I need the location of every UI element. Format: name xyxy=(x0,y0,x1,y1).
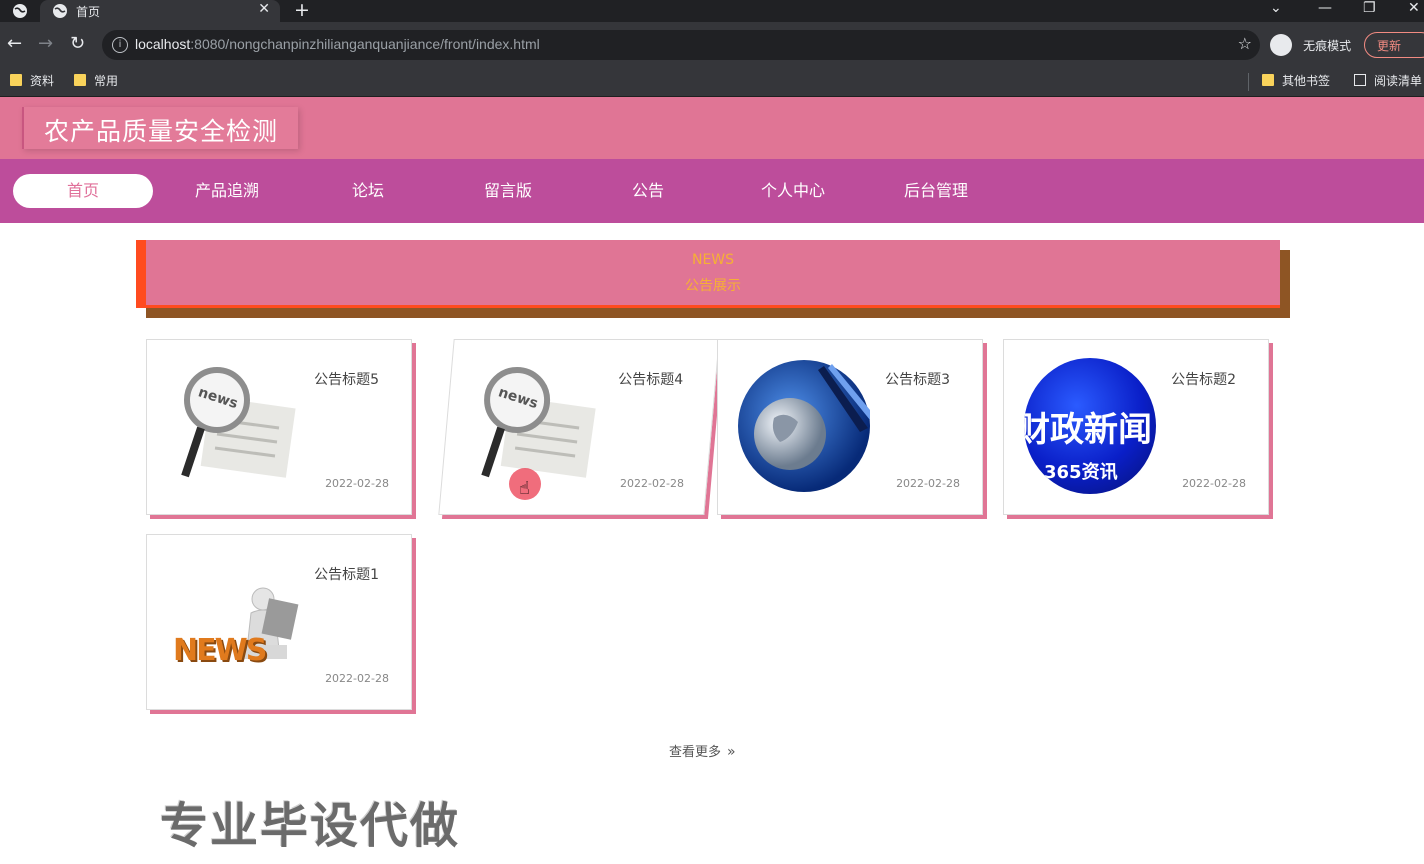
reading-list-icon xyxy=(1354,74,1366,86)
nav-item-message-board[interactable]: 留言版 xyxy=(438,174,578,208)
notice-date: 2022-02-28 xyxy=(896,477,960,490)
nav-item-home[interactable]: 首页 xyxy=(13,174,153,208)
notice-section-banner: NEWS 公告展示 xyxy=(136,240,1280,308)
reload-icon[interactable]: ↻ xyxy=(70,33,85,54)
browser-tab-bar: 首页 ✕ + ⌄ — ❐ ✕ xyxy=(0,0,1424,22)
bookmark-other[interactable]: 其他书签 xyxy=(1262,72,1330,89)
watermark-text: 专业毕设代做 xyxy=(160,798,461,854)
view-more-label: 查看更多 xyxy=(669,745,722,760)
notice-card[interactable]: 财政新闻 365资讯 公告标题2 2022-02-28 xyxy=(1003,339,1269,515)
globe-icon[interactable] xyxy=(12,3,28,19)
finance-news-thumb-text: 财政新闻 xyxy=(1024,410,1152,450)
view-more-link[interactable]: 查看更多 » xyxy=(669,741,736,760)
bookmark-folder-ziliao[interactable]: 资料 xyxy=(10,72,54,89)
url-text: localhost:8080/nongchanpinzhilianganquan… xyxy=(135,36,540,52)
double-chevron-right-icon: » xyxy=(727,744,736,760)
url-host: localhost xyxy=(135,36,191,52)
incognito-icon xyxy=(1270,34,1292,56)
site-title-box: 农产品质量安全检测 xyxy=(22,107,298,149)
notice-title: 公告标题2 xyxy=(1171,372,1236,388)
finance-news-thumb-subtext: 365资讯 xyxy=(1044,462,1118,483)
update-label: 更新 xyxy=(1377,39,1402,53)
notice-date: 2022-02-28 xyxy=(325,477,389,490)
nav-item-product-trace[interactable]: 产品追溯 xyxy=(157,174,297,208)
site-title: 农产品质量安全检测 xyxy=(44,117,279,146)
banner-title-cn: 公告展示 xyxy=(685,278,741,294)
globe-news-thumbnail xyxy=(738,360,870,492)
notice-card[interactable]: news 公告标题5 2022-02-28 xyxy=(146,339,412,515)
url-input[interactable]: i localhost:8080/nongchanpinzhilianganqu… xyxy=(102,30,1260,60)
back-arrow-icon[interactable]: ← xyxy=(7,33,22,54)
notice-card[interactable]: 公告标题3 2022-02-28 xyxy=(717,339,983,515)
news-thumb-text: NEWS xyxy=(173,633,267,668)
incognito-label: 无痕模式 xyxy=(1303,38,1352,53)
notice-title: 公告标题4 xyxy=(618,372,684,388)
news-3d-reader-thumbnail xyxy=(241,587,299,659)
notice-card[interactable]: news 公告标题4 2022-02-28 xyxy=(438,339,720,515)
nav-item-forum[interactable]: 论坛 xyxy=(298,174,438,208)
browser-address-bar: ← → ↻ i localhost:8080/nongchanpinzhilia… xyxy=(0,22,1424,67)
forward-arrow-icon[interactable]: → xyxy=(38,33,53,54)
nav-item-notice[interactable]: 公告 xyxy=(578,174,718,208)
folder-icon xyxy=(10,74,22,86)
info-icon[interactable]: i xyxy=(112,37,128,53)
bookmarks-divider xyxy=(1248,73,1249,91)
notice-date: 2022-02-28 xyxy=(1182,477,1246,490)
folder-icon xyxy=(74,74,86,86)
hand-cursor-icon: ☝ xyxy=(519,478,530,499)
main-nav: 首页 产品追溯 论坛 留言版 公告 个人中心 后台管理 xyxy=(0,159,1424,223)
new-tab-button[interactable]: + xyxy=(294,0,310,21)
finance-news-thumbnail: 财政新闻 365资讯 xyxy=(1024,358,1156,494)
notice-date: 2022-02-28 xyxy=(620,477,685,490)
restore-icon[interactable]: ❐ xyxy=(1363,0,1376,16)
window-close-icon[interactable]: ✕ xyxy=(1408,0,1420,16)
news-magnifier-thumbnail: news xyxy=(181,367,296,478)
nav-item-admin[interactable]: 后台管理 xyxy=(866,174,1006,208)
update-button[interactable]: 更新 xyxy=(1364,32,1424,58)
banner-title-en: NEWS xyxy=(691,252,735,268)
close-icon[interactable]: ✕ xyxy=(258,1,270,17)
tab-title: 首页 xyxy=(76,5,101,19)
notice-title: 公告标题3 xyxy=(885,372,950,388)
nav-item-personal-center[interactable]: 个人中心 xyxy=(723,174,863,208)
globe-icon xyxy=(53,4,67,18)
notice-title: 公告标题1 xyxy=(314,567,379,583)
bookmarks-bar: 资料 常用 其他书签 阅读清单 xyxy=(0,67,1424,97)
notice-title: 公告标题5 xyxy=(314,372,379,388)
folder-icon xyxy=(1262,74,1274,86)
bookmark-label: 阅读清单 xyxy=(1374,74,1423,88)
chevron-down-icon[interactable]: ⌄ xyxy=(1270,0,1282,16)
bookmark-folder-changyong[interactable]: 常用 xyxy=(74,72,118,89)
browser-tab-active[interactable]: 首页 ✕ xyxy=(40,0,280,22)
notice-date: 2022-02-28 xyxy=(325,672,389,685)
bookmark-label: 其他书签 xyxy=(1282,74,1331,88)
minimize-icon[interactable]: — xyxy=(1318,0,1332,16)
star-icon[interactable]: ☆ xyxy=(1238,34,1252,53)
url-path: :8080/nongchanpinzhilianganquanjiance/fr… xyxy=(190,36,540,52)
incognito-indicator[interactable]: 无痕模式 xyxy=(1270,34,1351,56)
bookmark-label: 常用 xyxy=(94,74,119,88)
notice-card[interactable]: NEWS 公告标题1 2022-02-28 xyxy=(146,534,412,710)
bookmark-label: 资料 xyxy=(30,74,55,88)
site-header: 农产品质量安全检测 xyxy=(0,97,1424,159)
bookmark-reading-list[interactable]: 阅读清单 xyxy=(1354,72,1422,89)
